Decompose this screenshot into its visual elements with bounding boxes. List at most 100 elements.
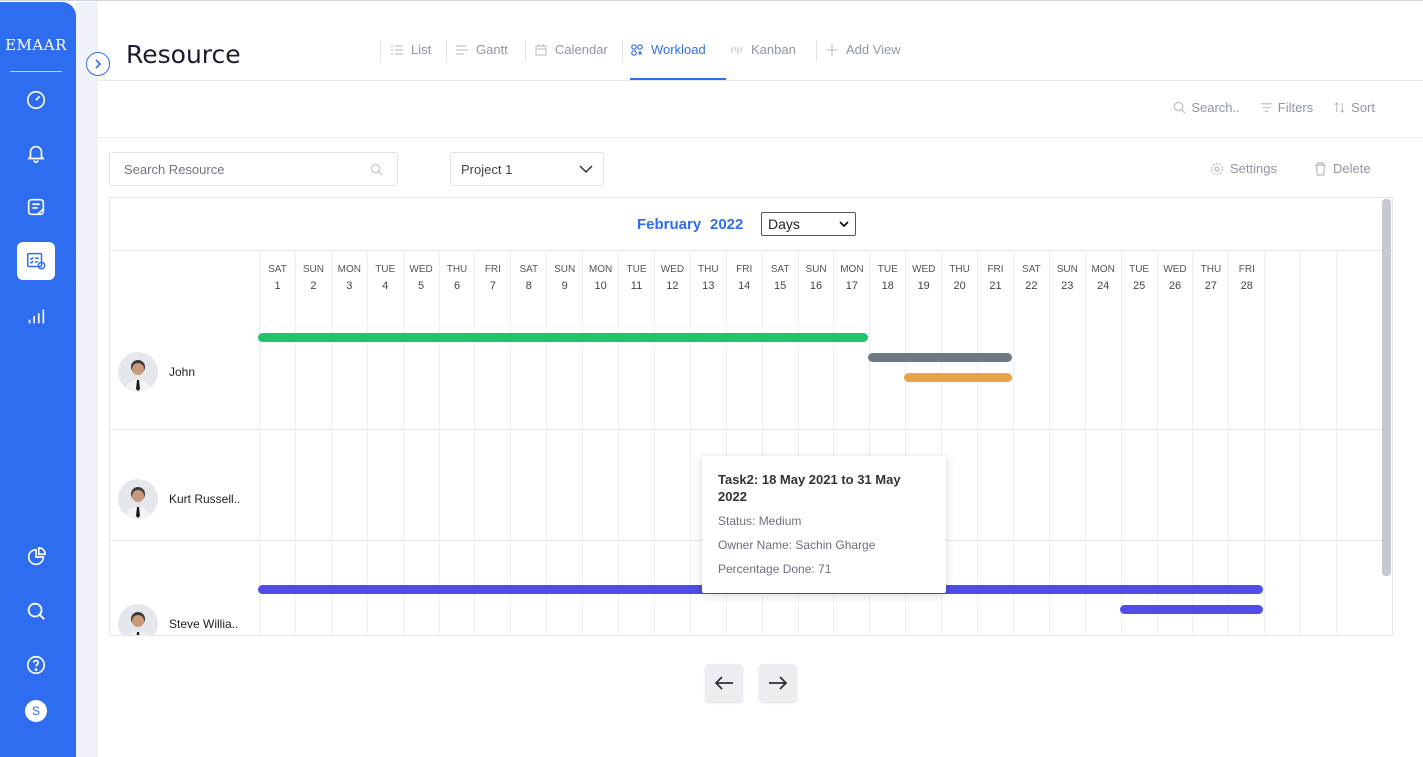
tab-gantt[interactable]: Gantt <box>446 30 525 80</box>
arrow-left-icon <box>714 676 733 690</box>
day-of-week: SUN <box>805 264 827 275</box>
day-number: 13 <box>702 280 715 292</box>
day-of-week: FRI <box>736 264 753 275</box>
day-of-week: TUE <box>1129 264 1150 275</box>
resource-row-john[interactable]: John <box>118 352 195 392</box>
day-number: 1 <box>274 280 281 292</box>
search-icon <box>1174 101 1186 114</box>
day-number: 24 <box>1097 280 1110 292</box>
day-of-week: WED <box>409 264 433 275</box>
task-bar[interactable] <box>904 373 1012 382</box>
view-tabs: List Gantt Calendar Workload Kanban Add … <box>380 30 916 82</box>
page-title: Resource <box>126 40 241 69</box>
user-avatar[interactable]: S <box>25 700 47 722</box>
kanban-icon <box>731 47 742 54</box>
plus-icon <box>826 44 838 56</box>
day-number: 10 <box>594 280 607 292</box>
filters-button[interactable]: Filters <box>1260 100 1313 115</box>
tab-workload[interactable]: Workload <box>622 30 726 80</box>
dashboard-gauge-icon[interactable] <box>20 84 52 116</box>
list-icon <box>391 45 403 55</box>
day-number: 3 <box>346 280 353 292</box>
tooltip-percentage: Percentage Done: 71 <box>718 562 832 576</box>
tab-kanban[interactable]: Kanban <box>726 30 816 80</box>
day-number: 16 <box>809 280 823 292</box>
day-number: 6 <box>453 280 461 292</box>
toolbar-search-button[interactable]: Search.. <box>1173 100 1240 115</box>
search-icon <box>370 163 383 175</box>
scale-select-value: Days <box>768 216 800 232</box>
day-column <box>1264 251 1300 635</box>
day-of-week: SAT <box>519 264 539 275</box>
day-number: 4 <box>382 280 389 292</box>
day-column: WED 26 <box>1156 251 1193 635</box>
delete-button[interactable]: Delete <box>1314 161 1371 176</box>
day-column: FRI 21 <box>977 251 1013 635</box>
tab-calendar[interactable]: Calendar <box>525 30 622 80</box>
settings-button[interactable]: Settings <box>1210 161 1277 176</box>
sort-icon <box>1334 102 1345 113</box>
day-number: 12 <box>666 280 679 292</box>
task-bar[interactable] <box>1119 605 1264 614</box>
day-column: WED 12 <box>653 251 690 635</box>
day-number: 26 <box>1168 280 1182 292</box>
task-tooltip: Task2: 18 May 2021 to 31 May 2022 Status… <box>702 456 946 593</box>
next-button[interactable] <box>759 664 797 702</box>
avatar <box>118 479 158 519</box>
brand-logo: EMAAR <box>5 36 67 54</box>
vertical-scrollbar[interactable] <box>1382 199 1391 576</box>
day-number: 7 <box>489 280 496 292</box>
sidebar-toggle-button[interactable] <box>86 52 110 76</box>
workload-icon <box>631 44 643 56</box>
filter-icon <box>1260 103 1272 112</box>
search-resource-input[interactable] <box>124 161 370 177</box>
day-of-week: SAT <box>1022 264 1041 275</box>
bell-icon[interactable] <box>20 137 52 169</box>
day-number: 17 <box>845 280 859 292</box>
day-of-week: FRI <box>1238 264 1255 275</box>
day-number: 8 <box>525 280 532 292</box>
day-column <box>1336 251 1372 635</box>
day-number: 20 <box>953 280 966 292</box>
day-of-week: TUE <box>375 264 396 275</box>
day-of-week: THU <box>698 264 719 275</box>
resource-row-steve[interactable]: Steve Willia.. <box>118 604 239 635</box>
trash-icon <box>1315 161 1326 176</box>
project-select[interactable]: Project 1 <box>450 152 604 186</box>
day-of-week: SUN <box>554 264 576 275</box>
task-bar[interactable] <box>258 333 869 342</box>
day-of-week: THU <box>446 264 468 275</box>
day-column: SAT 8 <box>510 251 546 635</box>
resource-row-kurt[interactable]: Kurt Russell.. <box>118 479 240 519</box>
day-of-week: TUE <box>877 264 898 275</box>
toolbar: Search.. Filters Sort <box>1173 100 1375 115</box>
task-bar[interactable] <box>868 353 1012 362</box>
day-column: MON 10 <box>582 251 618 635</box>
pie-chart-icon[interactable] <box>20 541 52 573</box>
day-of-week: WED <box>912 264 936 275</box>
day-column: SUN 2 <box>294 251 331 635</box>
day-column: SUN 9 <box>546 251 582 635</box>
tab-separator <box>446 40 447 62</box>
resource-schedule-icon[interactable] <box>17 242 55 280</box>
day-of-week: WED <box>660 264 685 275</box>
day-column: WED 5 <box>402 251 439 635</box>
help-icon[interactable] <box>20 649 52 681</box>
chevron-down-icon <box>839 220 849 227</box>
tab-add-view[interactable]: Add View <box>816 30 916 80</box>
tab-list[interactable]: List <box>380 30 446 80</box>
day-number: 5 <box>418 280 425 292</box>
note-icon[interactable] <box>20 191 52 223</box>
scale-select[interactable]: Days <box>761 212 856 236</box>
sort-button[interactable]: Sort <box>1333 100 1375 115</box>
bar-chart-icon[interactable] <box>20 300 52 332</box>
search-resource-field[interactable] <box>109 152 398 186</box>
day-number: 28 <box>1240 280 1253 292</box>
previous-button[interactable] <box>705 664 743 702</box>
day-column: SAT 1 <box>259 251 295 635</box>
row-divider <box>110 429 1383 430</box>
search-icon[interactable] <box>20 595 52 627</box>
resource-name: Steve Willia.. <box>169 617 239 631</box>
avatar <box>118 604 158 635</box>
year-label: 2022 <box>710 216 744 233</box>
